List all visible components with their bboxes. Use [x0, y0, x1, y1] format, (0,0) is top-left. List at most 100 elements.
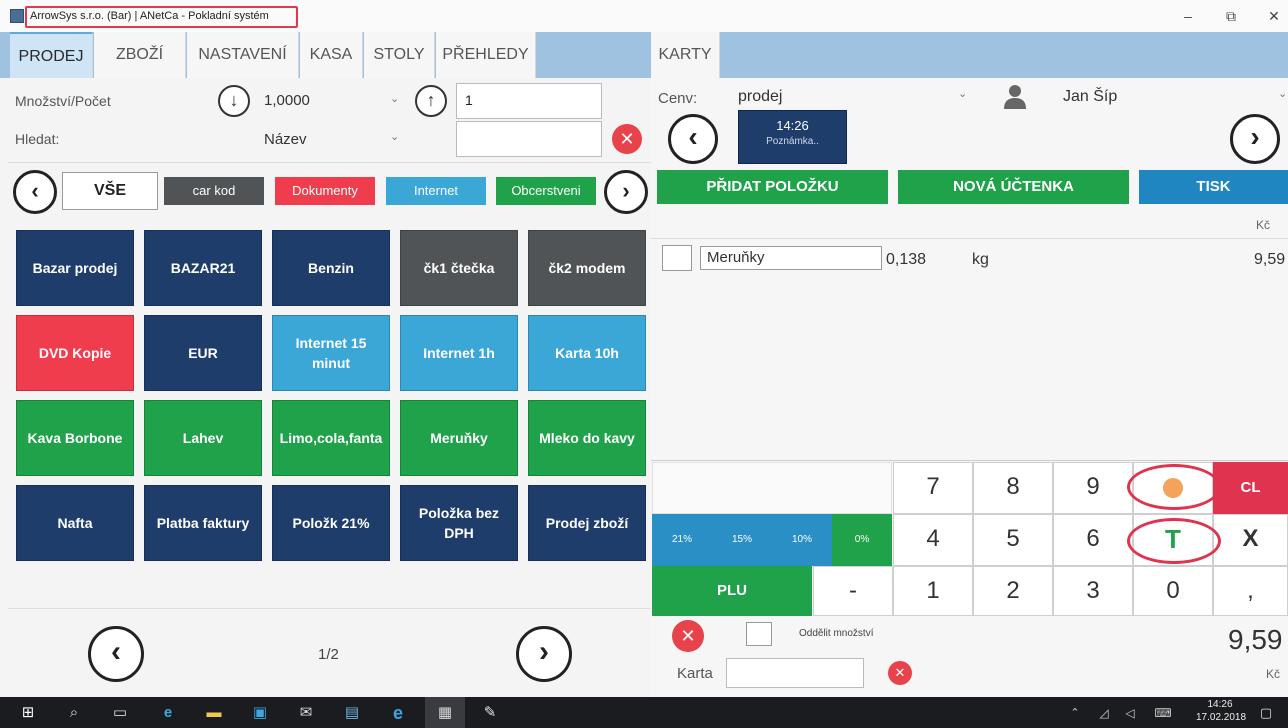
tab-zbozi[interactable]: ZBOŽÍ: [94, 32, 186, 78]
key-7[interactable]: 7: [893, 462, 973, 514]
product-tile[interactable]: Karta 10h: [528, 315, 646, 391]
store-icon[interactable]: ▣: [250, 703, 270, 723]
key-3[interactable]: 3: [1053, 566, 1133, 616]
split-quantity-checkbox[interactable]: [746, 622, 772, 646]
key-9[interactable]: 9: [1053, 462, 1133, 514]
product-tile[interactable]: Meruňky: [400, 400, 518, 476]
vat-10-button[interactable]: 10%: [772, 514, 832, 566]
card-input[interactable]: [726, 658, 864, 688]
file-explorer-icon[interactable]: ▬: [204, 703, 224, 723]
arrow-up-icon[interactable]: ↑: [415, 85, 447, 117]
task-view-icon[interactable]: ▭: [110, 703, 130, 723]
clear-key[interactable]: CL: [1213, 462, 1288, 514]
comma-key[interactable]: ,: [1213, 566, 1288, 616]
chevron-down-icon[interactable]: ⌄: [390, 92, 399, 105]
item-checkbox[interactable]: [662, 245, 692, 271]
key-1[interactable]: 1: [893, 566, 973, 616]
item-name[interactable]: Meruňky: [700, 246, 882, 270]
chevron-down-icon[interactable]: ⌄: [390, 130, 399, 143]
product-tile[interactable]: Kava Borbone: [16, 400, 134, 476]
product-tile[interactable]: čk1 čtečka: [400, 230, 518, 306]
clock[interactable]: 14:26 17.02.2018: [1196, 699, 1246, 723]
category-dokumenty[interactable]: Dokumenty: [275, 177, 375, 205]
product-tile[interactable]: Položka bez DPH: [400, 485, 518, 561]
product-tile[interactable]: Platba faktury: [144, 485, 262, 561]
clear-search-icon[interactable]: ✕: [612, 124, 642, 154]
product-tile[interactable]: čk2 modem: [528, 230, 646, 306]
product-tile[interactable]: Benzin: [272, 230, 390, 306]
product-tile[interactable]: Lahev: [144, 400, 262, 476]
page-next-icon[interactable]: ›: [516, 626, 572, 682]
arrow-down-icon[interactable]: ↓: [218, 85, 250, 117]
price-list-value[interactable]: prodej: [738, 88, 782, 106]
user-name[interactable]: Jan Šíp: [1063, 88, 1117, 106]
chevron-up-icon[interactable]: ⌃: [1065, 703, 1085, 723]
product-tile[interactable]: Prodej zboží: [528, 485, 646, 561]
receipt-prev-icon[interactable]: ‹: [668, 114, 718, 164]
page-prev-icon[interactable]: ‹: [88, 626, 144, 682]
product-tile[interactable]: BAZAR21: [144, 230, 262, 306]
key-4[interactable]: 4: [893, 514, 973, 566]
plu-button[interactable]: PLU: [652, 566, 812, 616]
search-input[interactable]: [456, 121, 602, 157]
restore-button[interactable]: ⧉: [1211, 4, 1251, 28]
product-tile[interactable]: Nafta: [16, 485, 134, 561]
paint-icon[interactable]: ✎: [480, 703, 500, 723]
tab-prehledy[interactable]: PŘEHLEDY: [436, 32, 536, 78]
product-tile[interactable]: Položk 21%: [272, 485, 390, 561]
add-item-button[interactable]: PŘIDAT POLOŽKU: [657, 170, 888, 204]
key-5[interactable]: 5: [973, 514, 1053, 566]
windows-start-icon[interactable]: ⊞: [18, 703, 38, 723]
product-tile[interactable]: Internet 1h: [400, 315, 518, 391]
tab-prodej[interactable]: PRODEJ: [10, 32, 93, 78]
key-0[interactable]: 0: [1133, 566, 1213, 616]
tab-karty[interactable]: KARTY: [651, 32, 720, 78]
vat-15-button[interactable]: 15%: [712, 514, 772, 566]
product-tile[interactable]: Internet 15 minut: [272, 315, 390, 391]
edge-icon[interactable]: e: [158, 703, 178, 723]
minus-key[interactable]: -: [813, 566, 893, 616]
product-tile[interactable]: DVD Kopie: [16, 315, 134, 391]
product-tile[interactable]: Mleko do kavy: [528, 400, 646, 476]
chevron-down-icon[interactable]: ⌄: [1278, 87, 1287, 100]
tab-stoly[interactable]: STOLY: [364, 32, 435, 78]
category-next-icon[interactable]: ›: [604, 170, 648, 214]
clear-card-icon[interactable]: ✕: [888, 661, 912, 685]
product-tile[interactable]: Limo,cola,fanta: [272, 400, 390, 476]
network-icon[interactable]: ◿: [1094, 703, 1114, 723]
keyboard-icon[interactable]: ⌨: [1153, 703, 1173, 723]
quantity-value[interactable]: 1,0000: [264, 92, 310, 109]
category-car-kod[interactable]: car kod: [164, 177, 264, 205]
quantity-input[interactable]: 1: [456, 83, 602, 119]
notifications-icon[interactable]: ▢: [1256, 703, 1276, 723]
vat-0-button[interactable]: 0%: [832, 514, 892, 566]
vat-21-button[interactable]: 21%: [652, 514, 712, 566]
product-tile[interactable]: EUR: [144, 315, 262, 391]
app-icon[interactable]: ▤: [342, 703, 362, 723]
category-prev-icon[interactable]: ‹: [13, 170, 57, 214]
chevron-down-icon[interactable]: ⌄: [958, 87, 967, 100]
tab-kasa[interactable]: KASA: [300, 32, 363, 78]
pos-app-icon[interactable]: ▦: [435, 703, 455, 723]
minimize-button[interactable]: –: [1168, 4, 1208, 28]
search-icon[interactable]: ⌕: [64, 703, 84, 723]
internet-explorer-icon[interactable]: e: [388, 703, 408, 723]
delete-item-icon[interactable]: ✕: [672, 620, 704, 652]
receipt-next-icon[interactable]: ›: [1230, 114, 1280, 164]
key-8[interactable]: 8: [973, 462, 1053, 514]
print-button[interactable]: TISK: [1139, 170, 1288, 204]
new-receipt-button[interactable]: NOVÁ ÚČTENKA: [898, 170, 1129, 204]
product-tile[interactable]: Bazar prodej: [16, 230, 134, 306]
search-mode[interactable]: Název: [264, 131, 307, 148]
category-obcerstveni[interactable]: Obcerstveni: [496, 177, 596, 205]
x-key[interactable]: X: [1213, 514, 1288, 566]
close-button[interactable]: ✕: [1254, 4, 1288, 28]
note-button[interactable]: 14:26 Poznámka..: [738, 110, 847, 164]
category-internet[interactable]: Internet: [386, 177, 486, 205]
tab-nastaveni[interactable]: NASTAVENÍ: [187, 32, 299, 78]
key-2[interactable]: 2: [973, 566, 1053, 616]
category-all[interactable]: VŠE: [62, 172, 158, 210]
volume-icon[interactable]: ◁: [1120, 703, 1140, 723]
mail-icon[interactable]: ✉: [296, 703, 316, 723]
key-6[interactable]: 6: [1053, 514, 1133, 566]
